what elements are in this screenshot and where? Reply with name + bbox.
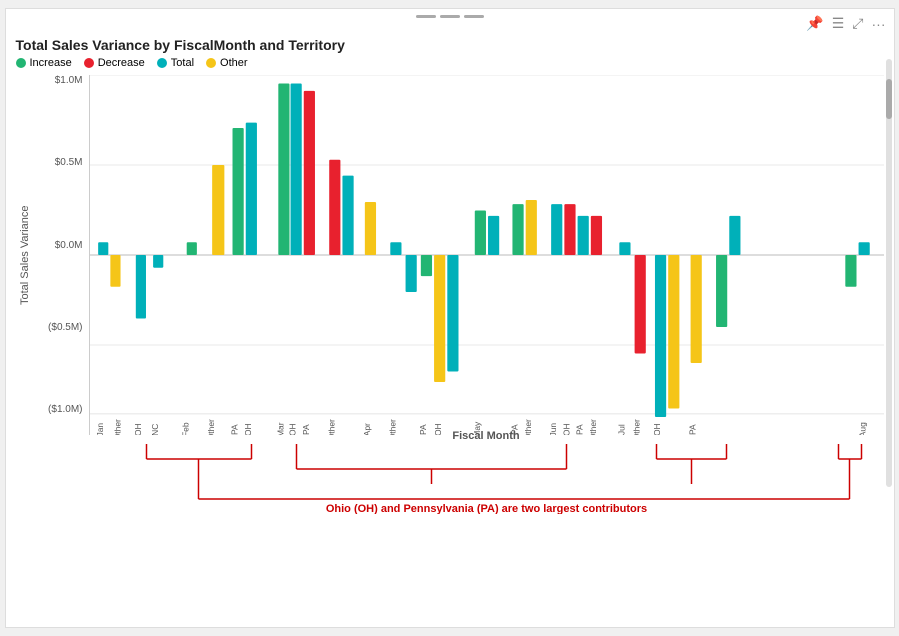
svg-text:Other: Other [588,419,598,435]
legend-increase: Increase [16,57,72,69]
legend-other-label: Other [220,57,248,69]
svg-text:PA: PA [418,424,428,435]
scrollbar-thumb[interactable] [886,79,892,119]
decrease-dot [84,58,94,68]
chart-title: Total Sales Variance by FiscalMonth and … [16,37,884,53]
svg-text:Other: Other [112,419,122,435]
svg-text:OH: OH [433,423,443,435]
y-label-3: $0.0M [55,240,83,251]
menu-icon[interactable]: ☰ [832,15,845,32]
chart-plot-area: Jan Other OH NC Feb Other PA OH Mar OH P… [89,75,884,435]
svg-text:PA: PA [301,424,311,435]
legend-other: Other [206,57,248,69]
svg-text:Ohio (OH) and Pennsylvania (PA: Ohio (OH) and Pennsylvania (PA) are two … [325,503,646,514]
svg-text:OH: OH [133,423,143,435]
y-label-5: ($1.0M) [48,404,82,415]
svg-text:NC: NC [150,424,160,435]
chart-card: 📌 ☰ ⤢ ··· Total Sales Variance by Fiscal… [5,8,895,628]
svg-text:Jul: Jul [616,424,626,435]
svg-text:Other: Other [631,419,641,435]
other-dot [206,58,216,68]
bracket-svg: Ohio (OH) and Pennsylvania (PA) are two … [89,444,884,514]
svg-text:Mar: Mar [275,422,285,435]
svg-text:Feb: Feb [180,422,190,435]
svg-text:Jan: Jan [95,423,105,435]
svg-text:Other: Other [326,419,336,435]
legend-total-label: Total [171,57,194,69]
y-axis: $1.0M $0.5M $0.0M ($0.5M) ($1.0M) [34,75,89,435]
svg-text:May: May [472,421,482,435]
svg-text:PA: PA [229,424,239,435]
svg-text:Other: Other [522,419,532,435]
svg-text:Aug: Aug [857,422,867,435]
svg-text:OH: OH [287,423,297,435]
svg-text:OH: OH [561,423,571,435]
increase-dot [16,58,26,68]
y-label-2: $0.5M [55,157,83,168]
more-icon[interactable]: ··· [872,16,886,32]
svg-text:OH: OH [242,423,252,435]
pin-icon[interactable]: 📌 [806,15,823,32]
annotation-area: Ohio (OH) and Pennsylvania (PA) are two … [89,444,884,514]
legend-decrease: Decrease [84,57,145,69]
legend-decrease-label: Decrease [98,57,145,69]
legend-total: Total [157,57,194,69]
svg-text:Apr: Apr [362,423,372,435]
chart-legend: Increase Decrease Total Other [16,57,884,69]
drag-handle[interactable] [416,13,484,18]
legend-increase-label: Increase [30,57,72,69]
svg-text:Other: Other [206,419,216,435]
total-dot [157,58,167,68]
chart-svg: Jan Other OH NC Feb Other PA OH Mar OH P… [90,75,884,435]
svg-text:OH: OH [652,423,662,435]
svg-text:PA: PA [509,424,519,435]
y-label-1: $1.0M [55,75,83,86]
card-toolbar: 📌 ☰ ⤢ ··· [806,15,885,32]
y-label-4: ($0.5M) [48,322,82,333]
chart-scrollbar[interactable] [886,59,892,487]
svg-text:Jun: Jun [548,423,558,435]
svg-text:Other: Other [387,419,397,435]
y-axis-label: Total Sales Variance [16,75,34,435]
expand-icon[interactable]: ⤢ [852,15,863,32]
svg-text:PA: PA [574,424,584,435]
svg-text:PA: PA [687,424,697,435]
